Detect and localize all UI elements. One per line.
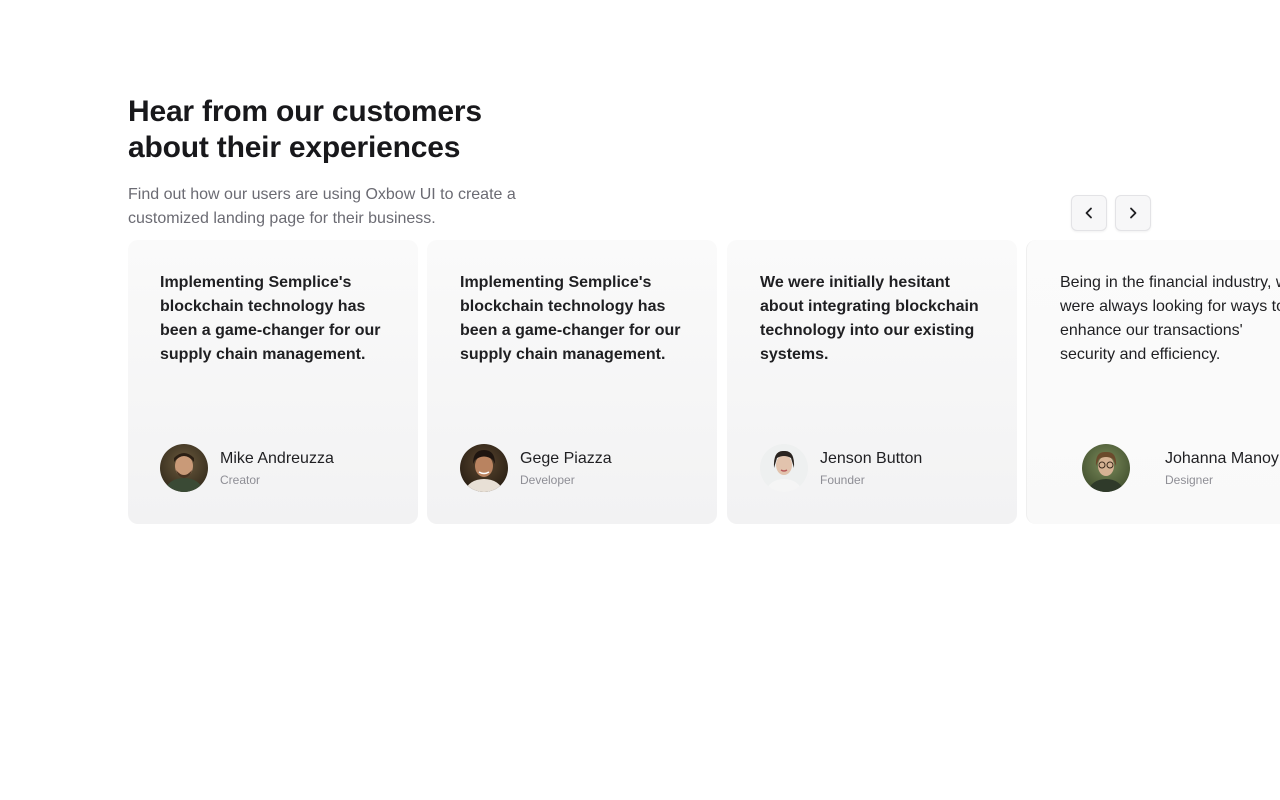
person-name: Mike Andreuzza bbox=[220, 450, 334, 467]
carousel-next-button[interactable] bbox=[1115, 195, 1151, 231]
avatar bbox=[160, 444, 208, 492]
section-title: Hear from our customers about their expe… bbox=[128, 95, 482, 164]
testimonial-card: Implementing Semplice's blockchain techn… bbox=[128, 240, 418, 524]
person-name: Jenson Button bbox=[820, 450, 923, 467]
testimonial-quote: We were initially hesitant about integra… bbox=[760, 274, 979, 363]
testimonial-card: We were initially hesitant about integra… bbox=[727, 240, 1017, 524]
person-name: Johanna Manoy bbox=[1165, 450, 1279, 467]
person-role: Creator bbox=[220, 473, 261, 487]
testimonial-quote: Being in the financial industry, we were… bbox=[1060, 274, 1280, 363]
testimonial-card: Implementing Semplice's blockchain techn… bbox=[427, 240, 717, 524]
testimonial-quote: Implementing Semplice's blockchain techn… bbox=[160, 274, 381, 363]
chevron-left-icon bbox=[1082, 206, 1096, 220]
person-role: Founder bbox=[820, 473, 865, 487]
person-role: Developer bbox=[520, 473, 575, 487]
avatar bbox=[460, 444, 508, 492]
section-subtitle: Find out how our users are using Oxbow U… bbox=[128, 186, 516, 227]
testimonial-quote: Implementing Semplice's blockchain techn… bbox=[460, 274, 681, 363]
testimonials-section: Hear from our customers about their expe… bbox=[0, 0, 1280, 800]
testimonial-card: Being in the financial industry, we were… bbox=[1026, 240, 1280, 524]
person-role: Designer bbox=[1165, 473, 1214, 487]
person-name: Gege Piazza bbox=[520, 450, 612, 467]
carousel-prev-button[interactable] bbox=[1071, 195, 1107, 231]
avatar bbox=[760, 444, 808, 492]
chevron-right-icon bbox=[1126, 206, 1140, 220]
avatar bbox=[1082, 444, 1130, 492]
